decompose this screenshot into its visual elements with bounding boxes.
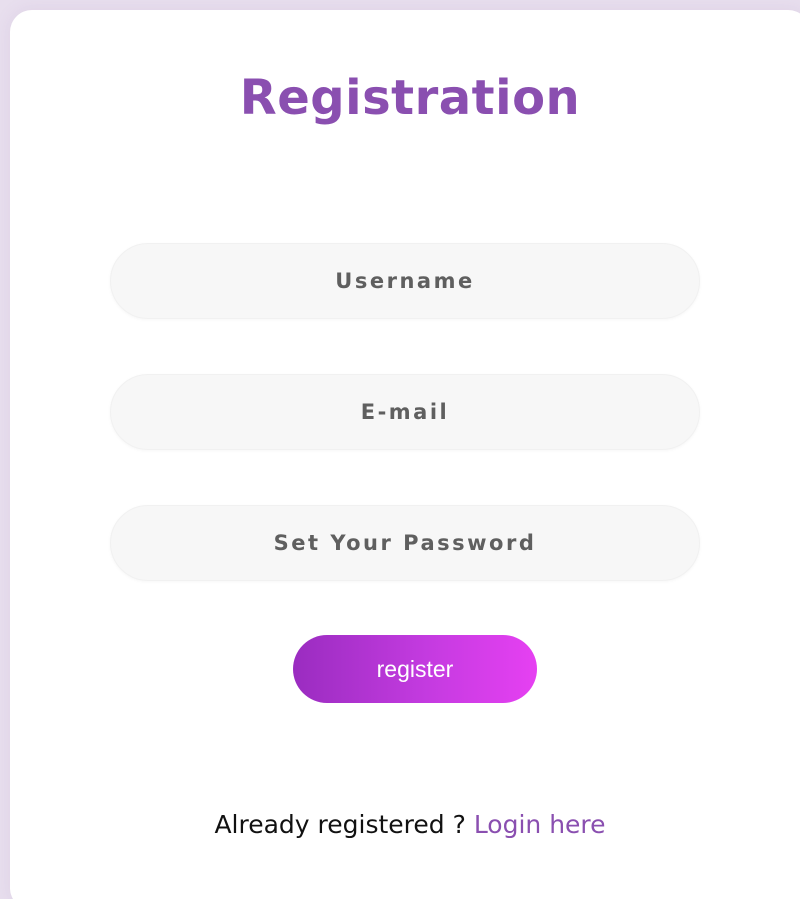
password-input[interactable] [110,505,700,581]
email-input[interactable] [110,374,700,450]
page-title: Registration [239,70,581,126]
login-prompt: Already registered ? Login here [10,808,800,842]
registration-card: Registration register Already registered… [10,10,800,899]
login-link[interactable]: Login here [474,810,606,839]
username-input[interactable] [110,243,700,319]
already-registered-text: Already registered ? [214,810,474,839]
register-button[interactable]: register [293,635,537,703]
